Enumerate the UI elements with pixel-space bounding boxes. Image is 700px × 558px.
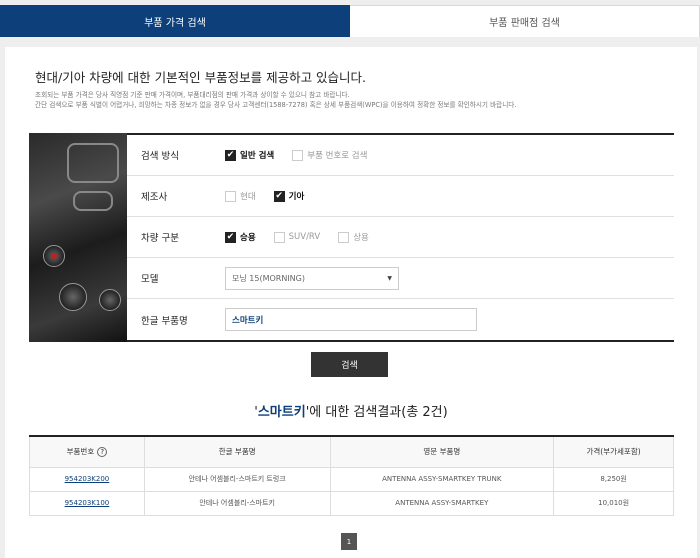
content-panel: 현대/기아 차량에 대한 기본적인 부품정보를 제공하고 있습니다. 조회되는 … <box>5 47 697 558</box>
search-form: 검색 방식 ✔ 일반 검색 부품 번호로 검색 제조사 현대 ✔ 기아 차량 구… <box>127 133 674 342</box>
table-row: 954203K200 안테나 어셈블리-스마트키 트렁크 ANTENNA ASS… <box>29 466 674 492</box>
checkbox-checked-icon: ✔ <box>273 190 285 202</box>
header-korean-name: 한글 부품명 <box>143 435 331 468</box>
part-number-link[interactable]: 954203K200 <box>65 475 110 483</box>
tab-part-dealer-search[interactable]: 부품 판매점 검색 <box>350 5 700 37</box>
car-interior-image <box>29 133 127 342</box>
search-button[interactable]: 검색 <box>311 352 388 377</box>
model-select-value: 모닝 15(MORNING) <box>232 273 305 283</box>
row-part-name: 한글 부품명 스마트키 <box>127 299 674 340</box>
cell-english-name: ANTENNA ASSY-SMARTKEY <box>329 490 555 516</box>
option-part-number-search[interactable]: 부품 번호로 검색 <box>292 149 367 161</box>
cell-price: 8,250원 <box>553 466 674 492</box>
model-select[interactable]: 모닝 15(MORNING) ▼ <box>225 266 399 290</box>
result-title: '스마트키'에 대한 검색결과(총 2건) <box>254 405 448 420</box>
tab-part-price-search[interactable]: 부품 가격 검색 <box>0 5 350 37</box>
maker-label: 제조사 <box>141 192 168 203</box>
option-hyundai[interactable]: 현대 <box>225 190 256 202</box>
result-table: 부품번호? 한글 부품명 영문 부품명 가격(부가세포함) 954203K200… <box>29 435 674 516</box>
checkbox-empty-icon <box>273 231 285 243</box>
cell-korean-name: 안테나 어셈블리-스마트키 트렁크 <box>143 466 331 492</box>
row-vehicle-type: 차량 구분 ✔ 승용 SUV/RV 상용 <box>127 217 674 258</box>
notice-text: 조회되는 부품 가격은 당사 직영점 기준 판매 가격이며, 부품대리점의 판매… <box>35 90 516 110</box>
table-header-row: 부품번호? 한글 부품명 영문 부품명 가격(부가세포함) <box>29 435 674 468</box>
header-part-number: 부품번호? <box>29 435 145 468</box>
row-search-method: 검색 방식 ✔ 일반 검색 부품 번호로 검색 <box>127 135 674 176</box>
model-label: 모델 <box>141 274 159 285</box>
cell-korean-name: 안테나 어셈블리-스마트키 <box>143 490 331 516</box>
part-name-input[interactable]: 스마트키 <box>225 308 477 331</box>
tab-bar: 부품 가격 검색 부품 판매점 검색 <box>0 5 700 37</box>
page-headline: 현대/기아 차량에 대한 기본적인 부품정보를 제공하고 있습니다. <box>35 70 367 85</box>
checkbox-checked-icon: ✔ <box>225 149 236 161</box>
cell-english-name: ANTENNA ASSY-SMARTKEY TRUNK <box>329 466 555 492</box>
option-commercial[interactable]: 상용 <box>338 231 369 243</box>
option-passenger[interactable]: ✔ 승용 <box>225 231 256 243</box>
dropdown-arrow-icon: ▼ <box>387 274 392 282</box>
search-method-label: 검색 방식 <box>141 151 179 162</box>
result-keyword: 스마트키 <box>257 405 306 420</box>
pagination-page-1[interactable]: 1 <box>341 533 357 550</box>
header-english-name: 영문 부품명 <box>329 435 555 468</box>
notice-line-1: 조회되는 부품 가격은 당사 직영점 기준 판매 가격이며, 부품대리점의 판매… <box>35 91 350 99</box>
row-model: 모델 모닝 15(MORNING) ▼ <box>127 258 674 299</box>
header-price: 가격(부가세포함) <box>553 435 674 468</box>
checkbox-empty-icon <box>225 190 236 202</box>
notice-line-2: 간단 검색으로 부품 식별이 어렵거나, 희망하는 차종 정보가 없을 경우 당… <box>35 101 517 109</box>
help-icon[interactable]: ? <box>97 447 108 458</box>
option-kia[interactable]: ✔ 기아 <box>273 190 304 202</box>
part-number-link[interactable]: 954203K100 <box>65 499 110 507</box>
checkbox-empty-icon <box>338 231 350 243</box>
search-form-area: 검색 방식 ✔ 일반 검색 부품 번호로 검색 제조사 현대 ✔ 기아 차량 구… <box>29 133 674 342</box>
table-row: 954203K100 안테나 어셈블리-스마트키 ANTENNA ASSY-SM… <box>29 490 674 516</box>
part-name-label: 한글 부품명 <box>141 315 188 327</box>
checkbox-checked-icon: ✔ <box>225 231 236 243</box>
option-suv-rv[interactable]: SUV/RV <box>273 231 320 243</box>
option-general-search[interactable]: ✔ 일반 검색 <box>225 149 274 161</box>
vehicle-type-label: 차량 구분 <box>141 233 179 244</box>
checkbox-empty-icon <box>292 149 304 161</box>
cell-price: 10,010원 <box>553 490 674 516</box>
row-maker: 제조사 현대 ✔ 기아 <box>127 176 674 217</box>
